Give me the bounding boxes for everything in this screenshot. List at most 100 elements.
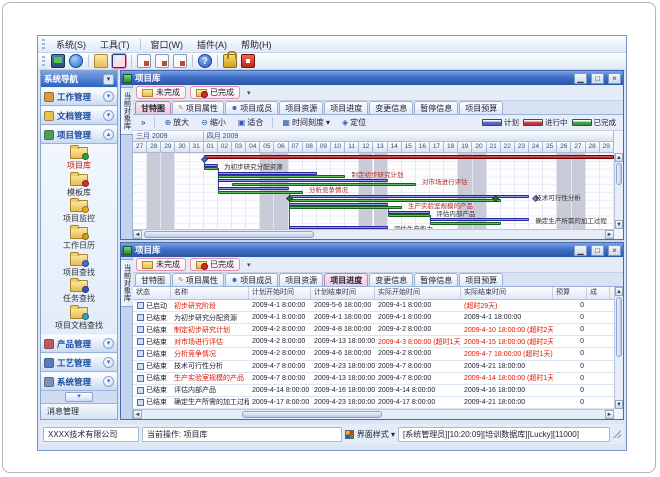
gantt-bar-actual[interactable] <box>289 199 501 202</box>
nav-task-search[interactable]: 任务查找 <box>41 279 117 306</box>
filter-overflow-button[interactable]: ▾ <box>244 89 254 97</box>
gantt-bar-plan[interactable] <box>289 203 388 206</box>
nav-system-management[interactable]: 系统管理▾ <box>41 372 117 391</box>
scroll-thumb[interactable] <box>242 411 382 418</box>
chevron-down-icon[interactable]: ▾ <box>103 338 114 349</box>
nav-project-monitor[interactable]: 项目监控 <box>41 199 117 226</box>
day-header-cell[interactable]: 20 <box>472 142 486 153</box>
tab-project-budget[interactable]: 项目预算 <box>459 273 503 286</box>
chevron-down-icon[interactable]: ▾ <box>103 91 114 102</box>
scroll-down-arrow[interactable]: ▼ <box>615 400 623 409</box>
locate-button[interactable]: ◈定位 <box>337 116 371 129</box>
scroll-up-arrow[interactable]: ▲ <box>615 287 623 296</box>
menu-plugins[interactable]: 插件(A) <box>190 37 234 52</box>
sidebar-collapse-button[interactable]: ▾ <box>103 74 114 85</box>
toolbar-overflow-button[interactable]: » <box>136 116 150 129</box>
table-row[interactable]: 已结束技术可行性分析2009-4-7 8:00:002009-4-23 18:0… <box>133 361 614 373</box>
globe-icon[interactable] <box>69 54 83 68</box>
tab-project-members[interactable]: ☻项目成员 <box>225 101 278 114</box>
scroll-thumb[interactable] <box>616 297 622 357</box>
scroll-left-arrow[interactable]: ◄ <box>133 410 142 419</box>
nav-work-calendar[interactable]: 工作日历 <box>41 226 117 253</box>
gantt-bar-plan[interactable] <box>430 218 529 221</box>
nav-process-management[interactable]: 工艺管理▾ <box>41 353 117 372</box>
tab-project-resources[interactable]: 项目资源 <box>279 273 323 286</box>
column-header-5[interactable]: 实际结束时间 <box>461 287 553 299</box>
save-icon[interactable] <box>112 54 126 68</box>
column-header-7[interactable]: 成 <box>587 287 610 299</box>
day-header-cell[interactable]: 24 <box>529 142 543 153</box>
gantt-bar-actual[interactable] <box>430 222 501 225</box>
gantt-bar-actual[interactable] <box>388 214 430 217</box>
gantt-vertical-scrollbar[interactable]: ▲ ▼ <box>614 153 623 229</box>
chevron-down-icon[interactable]: ▾ <box>103 357 114 368</box>
day-header-cell[interactable]: 28 <box>147 142 161 153</box>
resize-grip[interactable] <box>613 430 621 438</box>
message-management-tab[interactable]: 消息管理 <box>41 403 117 419</box>
tab-project-members[interactable]: ☻项目成员 <box>225 273 278 286</box>
nav-project-doc-search[interactable]: 项目文档查找 <box>41 305 117 332</box>
open-folder-icon[interactable] <box>94 54 108 68</box>
table-horizontal-scrollbar[interactable]: ◄ ► <box>133 409 614 419</box>
gantt-bar-actual[interactable] <box>218 191 303 194</box>
close-button[interactable]: × <box>608 73 621 84</box>
day-header-cell[interactable]: 28 <box>586 142 600 153</box>
style-dropdown[interactable]: 界面样式 ▾ <box>357 429 395 440</box>
column-header-3[interactable]: 计划结束时间 <box>311 287 375 299</box>
day-header-cell[interactable]: 06 <box>274 142 288 153</box>
gantt-horizontal-scrollbar[interactable]: ◄ ► <box>133 229 614 239</box>
sidebar-overflow-button[interactable]: ▾ <box>65 392 93 402</box>
gantt-bar-actual[interactable] <box>289 206 402 209</box>
tab-project-budget[interactable]: 项目预算 <box>459 101 503 114</box>
gantt-bar-summary[interactable] <box>204 155 614 159</box>
filter-complete[interactable]: 已完成 <box>190 86 240 99</box>
minimize-button[interactable]: ▁ <box>574 245 587 256</box>
gantt-bar-plan[interactable] <box>218 187 289 190</box>
nav-template-library[interactable]: 模板库 <box>41 173 117 200</box>
scroll-left-arrow[interactable]: ◄ <box>133 230 142 239</box>
day-header-cell[interactable]: 02 <box>218 142 232 153</box>
day-header-cell[interactable]: 11 <box>345 142 359 153</box>
tab-pause-info[interactable]: 暂停信息 <box>414 101 458 114</box>
day-header-cell[interactable]: 07 <box>289 142 303 153</box>
tab-change-info[interactable]: 变更信息 <box>369 101 413 114</box>
monitor-icon[interactable] <box>51 54 65 68</box>
table-row[interactable]: 已结束生产实验室规模的产品2009-4-7 8:00:002009-4-13 1… <box>133 373 614 385</box>
day-header-cell[interactable]: 12 <box>359 142 373 153</box>
nav-project-search[interactable]: 项目查找 <box>41 252 117 279</box>
gantt-bar-plan[interactable] <box>218 172 317 175</box>
filter-complete[interactable]: 已完成 <box>190 258 240 271</box>
gantt-bar-actual[interactable] <box>232 183 416 186</box>
maximize-button[interactable]: □ <box>591 73 604 84</box>
day-header-cell[interactable]: 10 <box>331 142 345 153</box>
column-header-6[interactable]: 预算 <box>553 287 587 299</box>
day-header-cell[interactable]: 22 <box>501 142 515 153</box>
table-row[interactable]: 已结束对市场进行评估2009-4-2 8:00:002009-4-13 18:0… <box>133 336 614 348</box>
column-header-2[interactable]: 计划开始时间 <box>249 287 311 299</box>
day-header-cell[interactable]: 17 <box>430 142 444 153</box>
column-header-4[interactable]: 实际开始时间 <box>375 287 461 299</box>
table-vertical-scrollbar[interactable]: ▲ ▼ <box>614 287 623 409</box>
day-header-cell[interactable]: 19 <box>458 142 472 153</box>
filter-incomplete[interactable]: 未完成 <box>136 258 186 271</box>
scroll-right-arrow[interactable]: ► <box>605 230 614 239</box>
chevron-down-icon[interactable]: ▾ <box>103 376 114 387</box>
fit-button[interactable]: ▣适合 <box>233 116 269 129</box>
column-header-1[interactable]: 名称 <box>171 287 249 299</box>
day-header-cell[interactable]: 09 <box>317 142 331 153</box>
day-header-cell[interactable]: 27 <box>133 142 147 153</box>
menu-help[interactable]: 帮助(H) <box>234 37 279 52</box>
gantt-bar-plan[interactable] <box>388 211 430 214</box>
zoom-in-button[interactable]: ⊕放大 <box>159 116 194 129</box>
tab-gantt-chart[interactable]: 甘特图 <box>135 101 171 114</box>
menu-system[interactable]: 系统(S) <box>49 37 93 52</box>
gantt-window-titlebar[interactable]: 项目库 ▁ □ × <box>121 71 623 85</box>
table-row[interactable]: 已结束分析竞争情况2009-4-2 8:00:002009-4-6 18:00:… <box>133 348 614 360</box>
day-header-cell[interactable]: 31 <box>190 142 204 153</box>
toolbar-grip[interactable] <box>42 56 45 67</box>
column-header-0[interactable]: 状态 <box>133 287 171 299</box>
tab-project-properties[interactable]: ✎项目属性 <box>172 273 224 286</box>
close-button[interactable]: × <box>608 245 621 256</box>
table-row[interactable]: 已启动初步研究阶段2009-4-1 8:00:002009-5-6 18:00:… <box>133 300 614 312</box>
table-row[interactable]: 已结束制定初步研究计划2009-4-2 8:00:002009-4-8 18:0… <box>133 324 614 336</box>
